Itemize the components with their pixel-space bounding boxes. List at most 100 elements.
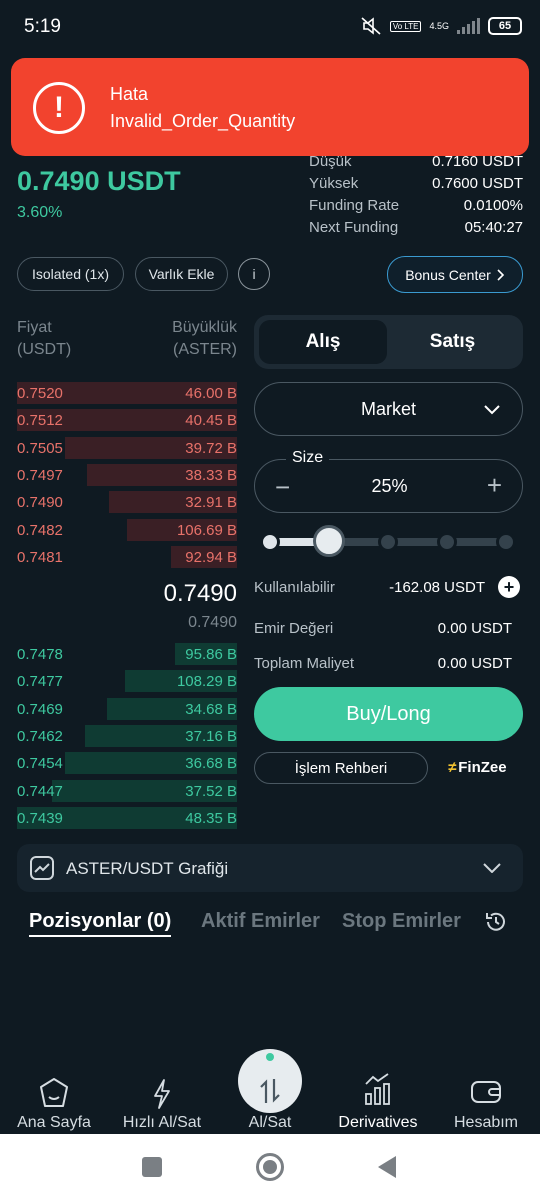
stat-funding-value: 0.0100% [463, 197, 523, 214]
trade-guide-button[interactable]: İşlem Rehberi [254, 752, 428, 784]
tab-stop-orders[interactable]: Stop Emirler [342, 910, 461, 933]
ask-row[interactable]: 0.7520 46.00 B [17, 382, 237, 404]
mid-price[interactable]: 0.7490 [164, 580, 237, 608]
lte-badge: Vo LTE [389, 20, 422, 32]
history-icon[interactable] [484, 910, 508, 934]
bid-price: 0.7454 [17, 755, 63, 773]
stat-funding-label: Funding Rate [309, 197, 400, 214]
nav-label-account: Hesabım [453, 1114, 519, 1131]
system-nav-bar [0, 1134, 540, 1199]
wallet-icon [471, 1081, 501, 1103]
nav-account[interactable]: Hesabım [436, 1070, 536, 1131]
sell-tab[interactable]: Satış [387, 320, 518, 364]
nav-home[interactable]: Ana Sayfa [4, 1070, 104, 1131]
leverage-button[interactable]: Isolated (1x) [17, 257, 124, 291]
nav-derivatives[interactable]: Derivatives [328, 1070, 428, 1131]
bid-row[interactable]: 0.7439 48.35 B [17, 806, 237, 829]
nav-label-derivatives: Derivatives [338, 1114, 418, 1131]
status-time: 5:19 [24, 16, 61, 37]
add-asset-button[interactable]: Varlık Ekle [135, 257, 228, 291]
size-label: Size [286, 449, 330, 467]
ob-header-size-unit: (ASTER) [173, 341, 237, 358]
buy-tab[interactable]: Alış [259, 320, 387, 364]
available-label: Kullanılabilir [254, 579, 335, 596]
ask-price: 0.7482 [17, 521, 63, 539]
ask-size: 46.00 B [185, 385, 237, 402]
error-toast[interactable]: ! Hata Invalid_Order_Quantity [11, 58, 529, 156]
order-type-select[interactable]: Market [254, 382, 523, 436]
bid-row[interactable]: 0.7462 37.16 B [17, 724, 237, 747]
ask-price: 0.7490 [17, 494, 63, 512]
slider-stop-0[interactable] [260, 532, 280, 552]
ask-size: 40.45 B [185, 412, 237, 430]
ask-price: 0.7481 [17, 548, 63, 566]
toast-message: Invalid_Order_Quantity [110, 111, 296, 131]
bid-price: 0.7469 [17, 700, 63, 718]
ask-size: 92.94 B [185, 548, 237, 566]
home-button[interactable] [256, 1153, 284, 1181]
ob-header-price-label: Fiyat [17, 319, 52, 336]
slider-stop-50[interactable] [378, 532, 398, 552]
ask-row[interactable]: 0.7497 38.33 B [17, 463, 237, 486]
finzee-logo: ≠ FinZee [448, 759, 507, 776]
battery-icon: 65 [488, 17, 522, 35]
size-slider-thumb[interactable] [313, 525, 345, 557]
size-increase-button[interactable]: + [487, 470, 502, 501]
size-value: 25% [371, 476, 408, 496]
bid-row[interactable]: 0.7477 108.29 B [17, 670, 237, 693]
mute-icon [361, 17, 381, 35]
chart-toggle[interactable]: ASTER/USDT Grafiği [17, 844, 523, 892]
bid-price: 0.7478 [17, 646, 63, 663]
bid-row[interactable]: 0.7478 95.86 B [17, 643, 237, 665]
size-input[interactable]: − 25% + [254, 459, 523, 513]
last-price: 0.7490 USDT [17, 166, 181, 196]
info-icon[interactable]: i [238, 258, 270, 290]
chart-toggle-label: ASTER/USDT Grafiği [66, 859, 229, 878]
nav-active-dot [266, 1053, 274, 1061]
ask-row[interactable]: 0.7490 32.91 B [17, 491, 237, 514]
signal-icon [457, 18, 480, 34]
ask-row[interactable]: 0.7512 40.45 B [17, 409, 237, 432]
status-icons: Vo LTE 4.5G 65 [360, 16, 522, 36]
alert-icon: ! [33, 82, 85, 134]
ask-row[interactable]: 0.7505 39.72 B [17, 436, 237, 459]
recents-button[interactable] [142, 1157, 162, 1177]
available-value: -162.08 USDT [389, 579, 485, 596]
bid-size: 36.68 B [185, 755, 237, 773]
toast-title: Hata [110, 84, 149, 104]
stat-next-funding-value: 05:40:27 [464, 219, 523, 236]
slider-stop-75[interactable] [437, 532, 457, 552]
bid-size: 37.16 B [185, 727, 237, 745]
bid-size: 37.52 B [185, 782, 237, 800]
ask-price: 0.7497 [17, 466, 63, 484]
ask-price: 0.7512 [17, 412, 63, 430]
tab-active-orders[interactable]: Aktif Emirler [201, 910, 320, 933]
ask-size: 106.69 B [176, 521, 237, 539]
slider-stop-100[interactable] [496, 532, 516, 552]
tab-positions[interactable]: Pozisyonlar (0) [29, 910, 172, 937]
bid-row[interactable]: 0.7454 36.68 B [17, 752, 237, 775]
nav-label-quick-trade: Hızlı Al/Sat [122, 1114, 202, 1131]
status-bar: 5:19 Vo LTE 4.5G 65 [0, 0, 540, 56]
total-cost-value: 0.00 USDT [437, 655, 512, 672]
bid-price: 0.7462 [17, 727, 63, 745]
chart-icon [30, 856, 54, 880]
price-change: 3.60% [17, 204, 63, 221]
bid-row[interactable]: 0.7469 34.68 B [17, 697, 237, 720]
ask-size: 39.72 B [185, 439, 237, 457]
add-funds-button[interactable]: + [498, 576, 520, 598]
ask-row[interactable]: 0.7482 106.69 B [17, 518, 237, 541]
bid-size: 95.86 B [185, 646, 237, 663]
ask-row[interactable]: 0.7481 92.94 B [17, 545, 237, 568]
bonus-center-button[interactable]: Bonus Center [387, 256, 523, 293]
ob-header-price: Fiyat (USDT) [17, 317, 71, 361]
nav-trade[interactable]: Al/Sat [220, 1070, 320, 1131]
ask-price: 0.7520 [17, 385, 63, 402]
finzee-logo-text: FinZee [458, 759, 507, 776]
buy-long-button[interactable]: Buy/Long [254, 687, 523, 741]
chevron-down-icon [483, 863, 501, 873]
back-button[interactable] [376, 1155, 398, 1179]
bonus-center-label: Bonus Center [405, 266, 491, 283]
bid-row[interactable]: 0.7447 37.52 B [17, 779, 237, 802]
nav-quick-trade[interactable]: Hızlı Al/Sat [112, 1070, 212, 1131]
